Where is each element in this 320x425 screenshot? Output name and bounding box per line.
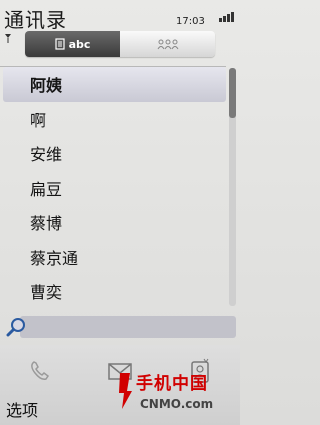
contact-name: 安维 [30,145,63,165]
options-softkey[interactable]: 选项 [6,397,38,421]
cnmo-logo-icon [119,373,132,409]
phone-icon [31,361,50,380]
contacts-app: 通讯录 17:03 abc 阿姨 啊 安维 扁豆 蔡博 蔡京通 曹奕 选项 手机… [0,0,240,425]
contact-name: 蔡博 [30,214,63,234]
watermark-sub: CNMO.com [140,397,214,411]
view-tabs: abc [25,31,215,57]
contact-row[interactable]: 蔡博 [0,205,226,240]
battery-icon [210,12,234,22]
contact-name: 啊 [30,110,47,130]
contact-name: 蔡京通 [30,248,79,268]
tab-alphabetical-label: abc [68,37,91,51]
page-title: 通讯录 [4,8,67,32]
tab-alphabetical[interactable]: abc [25,31,120,57]
contact-name: 阿姨 [30,76,63,96]
tab-groups[interactable] [120,31,215,57]
title-bar: 通讯录 17:03 [0,0,240,32]
alphabet-list-icon [54,38,65,50]
watermark: 手机中国 CNMO.com [112,367,232,423]
groups-icon [157,39,178,50]
search-input[interactable] [20,316,236,338]
contact-name: 扁豆 [30,179,63,199]
contact-row[interactable]: 曹奕 [0,274,226,309]
watermark-text: 手机中国 [136,374,208,394]
contact-row[interactable]: 扁豆 [0,171,226,206]
contact-row[interactable]: 啊 [0,102,226,137]
signal-icon [5,34,11,43]
contact-list: 阿姨啊安维扁豆蔡博蔡京通曹奕 [0,66,226,308]
call-button[interactable] [5,351,75,391]
search-icon[interactable] [6,317,26,337]
contact-row[interactable]: 安维 [0,136,226,171]
search-bar [0,311,240,343]
bottom-toolbar: 选项 手机中国 CNMO.com [0,345,240,425]
clock: 17:03 [176,16,205,27]
scroll-thumb[interactable] [229,68,236,118]
scrollbar[interactable] [229,68,236,306]
contact-name: 曹奕 [30,283,63,303]
contact-row[interactable]: 蔡京通 [0,240,226,275]
contact-row[interactable]: 阿姨 [3,67,226,102]
